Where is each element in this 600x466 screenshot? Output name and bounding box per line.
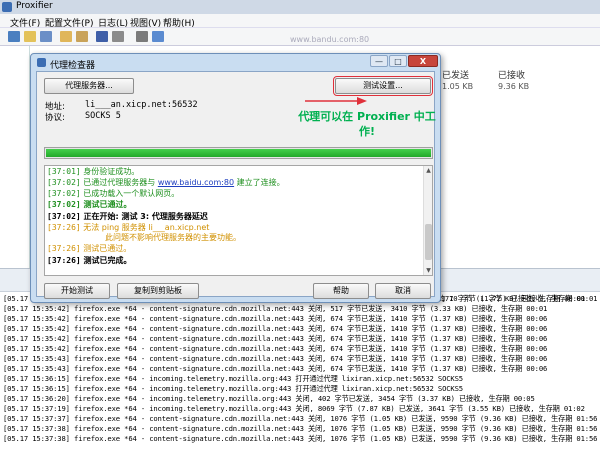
new-profile-icon[interactable] bbox=[8, 31, 20, 42]
toolbar: www.bandu.com:80 bbox=[0, 28, 600, 46]
test-settings-button[interactable]: 测试设置... bbox=[333, 76, 433, 96]
globe-icon[interactable] bbox=[152, 31, 164, 42]
save-profile-icon[interactable] bbox=[40, 31, 52, 42]
scroll-up-icon[interactable]: ▲ bbox=[424, 166, 432, 175]
dialog-body: 代理服务器... 测试设置... 地址: li___an.xicp.net:56… bbox=[36, 71, 436, 299]
address-value: li___an.xicp.net:56532 bbox=[85, 100, 198, 110]
checker-log-line: [37:26] 测试已完成。 bbox=[47, 256, 132, 265]
proxy-server-button[interactable]: 代理服务器... bbox=[44, 78, 134, 94]
minimize-button[interactable]: — bbox=[370, 55, 388, 67]
log-line: [05.17 15:35:43] firefox.exe *64 - conte… bbox=[3, 354, 548, 363]
log-line: [05.17 15:36:15] firefox.exe *64 - incom… bbox=[3, 384, 463, 393]
log-line: [05.17 15:37:19] firefox.exe *64 - incom… bbox=[3, 404, 585, 413]
red-arrow-icon bbox=[305, 97, 367, 105]
folder-icon[interactable] bbox=[60, 31, 72, 42]
log-line: [05.17 15:35:42] firefox.exe *64 - conte… bbox=[3, 304, 548, 313]
log-line: [05.17 15:37:37] firefox.exe *64 - conte… bbox=[3, 414, 598, 423]
log-icon[interactable] bbox=[112, 31, 124, 42]
checker-log-line: [37:26] 无法 ping 服务器 li___an.xicp.net bbox=[47, 223, 210, 232]
checker-log-line: [37:02] 测试已通过。 bbox=[47, 200, 132, 209]
checker-log-line: 此问题不影响代理服务器的主要功能。 bbox=[105, 233, 241, 242]
maximize-button[interactable]: □ bbox=[389, 55, 407, 67]
app-title: Proxifier bbox=[16, 1, 53, 11]
progress-fill bbox=[46, 149, 431, 157]
open-profile-icon[interactable] bbox=[24, 31, 36, 42]
scroll-thumb[interactable] bbox=[425, 224, 432, 260]
close-button[interactable]: X bbox=[408, 55, 438, 67]
print-icon[interactable] bbox=[136, 31, 148, 42]
menubar: 文件(F) 配置文件(P) 日志(L) 视图(V) 帮助(H) bbox=[0, 14, 600, 29]
log-line: [05.17 15:36:15] firefox.exe *64 - incom… bbox=[3, 374, 463, 383]
help-button[interactable]: 帮助 bbox=[313, 283, 369, 299]
checker-log: [37:01] 身份验证成功。 [37:02] 已通过代理服务器与 www.ba… bbox=[44, 165, 433, 276]
dialog-logo-icon bbox=[37, 58, 46, 67]
save-icon[interactable] bbox=[96, 31, 108, 42]
column-sent[interactable]: 已发送 bbox=[442, 68, 469, 81]
protocol-label: 协议: bbox=[45, 113, 65, 123]
log-line: [05.17 15:37:38] firefox.exe *64 - conte… bbox=[3, 434, 598, 443]
scroll-down-icon[interactable]: ▼ bbox=[424, 266, 432, 275]
progress-bar bbox=[44, 147, 433, 159]
log-line: [05.17 15:35:42] firefox.exe *64 - conte… bbox=[3, 324, 548, 333]
log-fragment: 的 1 字节 (1 字节) 已接收，生存期 00:01 bbox=[438, 294, 586, 303]
log-line: [05.17 15:36:20] firefox.exe *64 - incom… bbox=[3, 394, 535, 403]
log-line: [05.17 15:35:42] firefox.exe *64 - conte… bbox=[3, 344, 548, 353]
rules-icon[interactable] bbox=[76, 31, 88, 42]
proxifier-logo-icon bbox=[2, 2, 12, 12]
sent-value: 1.05 KB bbox=[442, 82, 474, 91]
annotation-text: 代理可以在 Proxifier 中工作! bbox=[298, 110, 436, 138]
dialog-title: 代理检查器 bbox=[50, 61, 96, 71]
proxy-checker-dialog: 代理检查器 — □ X 代理服务器... 测试设置... 地址: li___an… bbox=[30, 53, 441, 303]
left-pane bbox=[0, 46, 30, 268]
checker-log-line: [37:02] 正在开始: 测试 3: 代理服务器延迟 bbox=[47, 212, 208, 221]
link-text[interactable]: www.baidu.com:80 bbox=[158, 178, 234, 187]
checker-log-line: [37:01] 身份验证成功。 bbox=[47, 167, 140, 176]
checker-log-line: [37:26] 测试已通过。 bbox=[47, 244, 132, 253]
log-line: [05.17 15:37:38] firefox.exe *64 - conte… bbox=[3, 424, 598, 433]
copy-to-clipboard-button[interactable]: 复制到剪贴板 bbox=[117, 283, 199, 299]
protocol-value: SOCKS 5 bbox=[85, 111, 121, 121]
start-test-button[interactable]: 开始测试 bbox=[44, 283, 110, 299]
main-titlebar: Proxifier bbox=[0, 0, 600, 14]
checker-log-line: [37:02] 已通过代理服务器与 www.baidu.com:80 建立了连接… bbox=[47, 178, 285, 187]
checker-log-line: [37:02] 已成功载入一个默认网页。 bbox=[47, 189, 180, 198]
log-line: [05.17 15:35:42] firefox.exe *64 - conte… bbox=[3, 334, 548, 343]
cancel-button[interactable]: 取消 bbox=[375, 283, 431, 299]
log-area: [05.17 15:35:40] firefox.exe *64 - conte… bbox=[0, 292, 600, 466]
log-line: [05.17 15:35:42] firefox.exe *64 - conte… bbox=[3, 314, 548, 323]
log-line: [05.17 15:35:43] firefox.exe *64 - conte… bbox=[3, 364, 548, 373]
toolbar-url-hint: www.bandu.com:80 bbox=[290, 35, 370, 44]
column-received[interactable]: 已接收 bbox=[498, 68, 525, 81]
received-value: 9.36 KB bbox=[498, 82, 530, 91]
scrollbar[interactable]: ▲ ▼ bbox=[423, 166, 432, 275]
